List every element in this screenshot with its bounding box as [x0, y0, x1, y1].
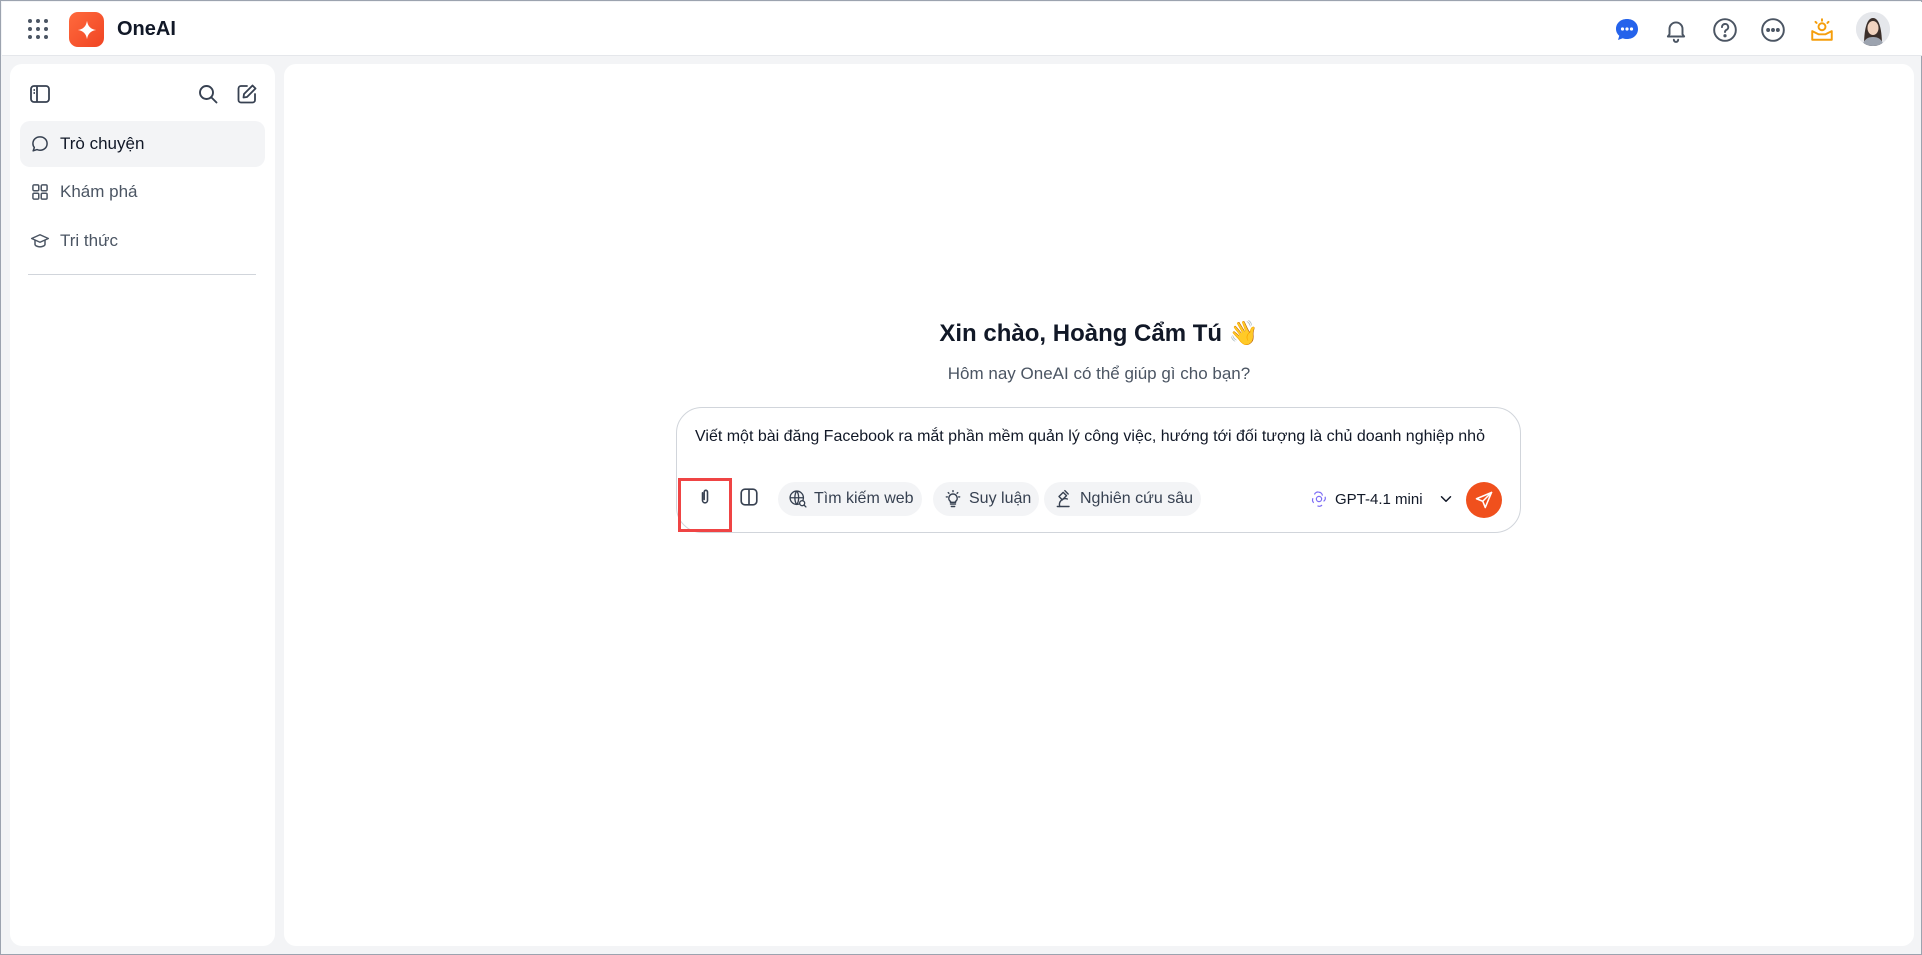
oneai-logo[interactable] — [69, 12, 104, 47]
chat-composer: Viết một bài đăng Facebook ra mắt phần m… — [676, 407, 1521, 533]
chat-bubble-icon — [32, 136, 48, 152]
graduation-cap-icon — [30, 234, 50, 248]
sidebar-divider — [28, 274, 256, 275]
sidebar-item-explore[interactable]: Khám phá — [20, 169, 265, 215]
reasoning-chip[interactable]: Suy luận — [933, 482, 1040, 516]
sidebar-item-label: Khám phá — [60, 182, 138, 201]
lightbulb-icon — [945, 489, 961, 508]
split-panel-icon — [740, 488, 758, 506]
help-icon[interactable] — [1712, 17, 1738, 43]
app-launcher-icon[interactable] — [26, 17, 50, 41]
sidebar-item-label: Tri thức — [60, 231, 118, 250]
sidebar-item-chat[interactable]: Trò chuyện — [20, 121, 265, 167]
new-chat-icon[interactable] — [235, 82, 259, 106]
greeting-title: Xin chào, Hoàng Cẩm Tú 👋 — [939, 320, 1259, 347]
greeting-subtitle: Hôm nay OneAI có thể giúp gì cho bạn? — [947, 364, 1251, 383]
model-selector[interactable]: GPT-4.1 mini — [1310, 485, 1455, 513]
reasoning-label: Suy luận — [969, 490, 1032, 507]
model-name: GPT-4.1 mini — [1335, 490, 1423, 508]
chat-support-icon[interactable] — [1614, 17, 1640, 43]
send-icon — [1475, 491, 1493, 509]
sidebar: Trò chuyện Khám phá Tri thức — [10, 64, 275, 946]
onboarding-icon[interactable] — [1809, 17, 1835, 43]
search-icon[interactable] — [196, 82, 220, 106]
deep-research-chip[interactable]: Nghiên cứu sâu — [1044, 482, 1201, 516]
send-button[interactable] — [1466, 482, 1502, 518]
web-search-label: Tìm kiếm web — [814, 490, 914, 507]
main-panel: Xin chào, Hoàng Cẩm Tú 👋 Hôm nay OneAI c… — [284, 64, 1914, 946]
web-search-chip[interactable]: Tìm kiếm web — [778, 482, 922, 516]
openai-logo-icon — [1311, 491, 1326, 507]
toggle-sidebar-icon[interactable] — [28, 82, 52, 106]
user-avatar[interactable] — [1856, 12, 1890, 46]
bell-icon[interactable] — [1663, 17, 1689, 43]
deep-research-label: Nghiên cứu sâu — [1080, 490, 1193, 507]
globe-search-icon — [789, 490, 807, 508]
app-window: OneAI Trò chuyện Khám phá Tri thức Xin c… — [0, 0, 1922, 955]
sidebar-item-knowledge[interactable]: Tri thức — [20, 218, 265, 264]
more-options-icon[interactable] — [1760, 17, 1786, 43]
attach-file-button[interactable] — [691, 483, 719, 511]
paperclip-icon — [701, 489, 709, 504]
split-view-button[interactable] — [735, 483, 763, 511]
microscope-icon — [1056, 489, 1070, 508]
sidebar-item-label: Trò chuyện — [60, 134, 145, 153]
chevron-down-icon — [1440, 496, 1451, 502]
grid-apps-icon — [32, 184, 48, 200]
sparkle-icon — [77, 20, 96, 39]
top-bar: OneAI — [2, 2, 1922, 56]
prompt-input[interactable]: Viết một bài đăng Facebook ra mắt phần m… — [695, 424, 1495, 449]
app-name: OneAI — [117, 18, 176, 40]
